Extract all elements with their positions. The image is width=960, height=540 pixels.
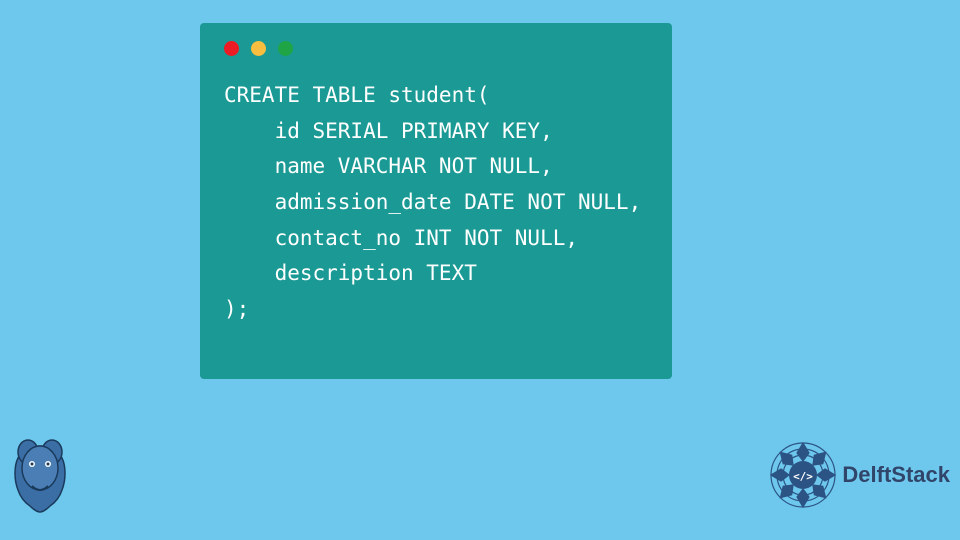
code-line: id SERIAL PRIMARY KEY, <box>224 119 553 143</box>
minimize-dot <box>251 41 266 56</box>
brand-name: DelftStack <box>842 462 950 488</box>
code-line: ); <box>224 297 249 321</box>
delftstack-logo: </> DelftStack <box>768 440 950 510</box>
svg-text:</>: </> <box>793 470 813 483</box>
code-window: CREATE TABLE student( id SERIAL PRIMARY … <box>200 23 672 379</box>
close-dot <box>224 41 239 56</box>
code-line: contact_no INT NOT NULL, <box>224 226 578 250</box>
mandala-icon: </> <box>768 440 838 510</box>
postgresql-logo-icon <box>2 438 78 518</box>
code-line: name VARCHAR NOT NULL, <box>224 154 553 178</box>
window-controls <box>224 41 648 56</box>
maximize-dot <box>278 41 293 56</box>
code-line: CREATE TABLE student( <box>224 83 490 107</box>
sql-code: CREATE TABLE student( id SERIAL PRIMARY … <box>224 78 648 328</box>
code-line: admission_date DATE NOT NULL, <box>224 190 641 214</box>
code-line: description TEXT <box>224 261 477 285</box>
